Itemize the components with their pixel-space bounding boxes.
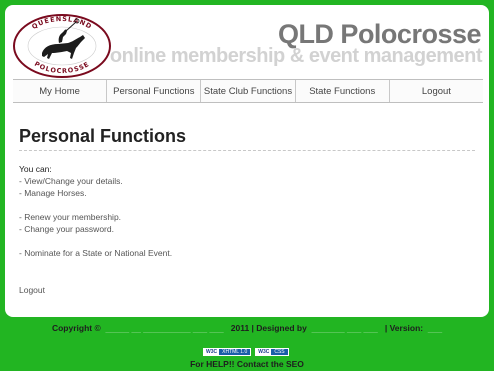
- validation-badges: W3C XHTML 1.0 W3C CSS: [203, 348, 289, 356]
- site-subtitle: online membership & event management: [109, 45, 483, 67]
- footer-copyright: Copyright © _____ __ __________ ___ ___ …: [0, 323, 494, 333]
- nav-item-state-functions[interactable]: State Functions: [294, 80, 389, 102]
- nav-item-state-club-functions[interactable]: State Club Functions: [200, 80, 294, 102]
- w3c-xhtml-badge[interactable]: W3C XHTML 1.0: [203, 348, 252, 356]
- list-item[interactable]: - Change your password.: [19, 223, 459, 235]
- nav-item-my-home[interactable]: My Home: [13, 80, 106, 102]
- queensland-polocrosse-logo[interactable]: QUEENSLAND POLOCROSSE: [12, 13, 112, 79]
- page-title: Personal Functions: [19, 126, 475, 151]
- function-list: You can: - View/Change your details. - M…: [19, 163, 459, 259]
- nav-item-logout[interactable]: Logout: [388, 80, 483, 102]
- list-item[interactable]: - Nominate for a State or National Event…: [19, 247, 459, 259]
- copyright-year: 2011 | Designed by: [230, 323, 307, 333]
- help-contact-link[interactable]: For HELP!! Contact the SEO: [0, 359, 494, 369]
- main-panel: QUEENSLAND POLOCROSSE QLD Polocrosse onl…: [5, 5, 489, 317]
- main-nav: My Home Personal Functions State Club Fu…: [13, 79, 483, 103]
- w3c-css-badge[interactable]: W3C CSS: [255, 348, 289, 356]
- company-link[interactable]: _____ __ __________ ___ ___: [103, 323, 228, 333]
- list-item[interactable]: - View/Change your details.: [19, 175, 459, 187]
- list-item[interactable]: - Renew your membership.: [19, 211, 459, 223]
- version-number: ___: [425, 323, 443, 333]
- version-label: | Version:: [384, 323, 424, 333]
- intro-text: You can:: [19, 164, 52, 174]
- logout-link[interactable]: Logout: [19, 285, 45, 295]
- copyright-prefix: Copyright ©: [51, 323, 101, 333]
- nav-item-personal-functions[interactable]: Personal Functions: [106, 80, 200, 102]
- list-item[interactable]: - Manage Horses.: [19, 187, 459, 199]
- designer-link[interactable]: _______ ___ ___: [309, 323, 382, 333]
